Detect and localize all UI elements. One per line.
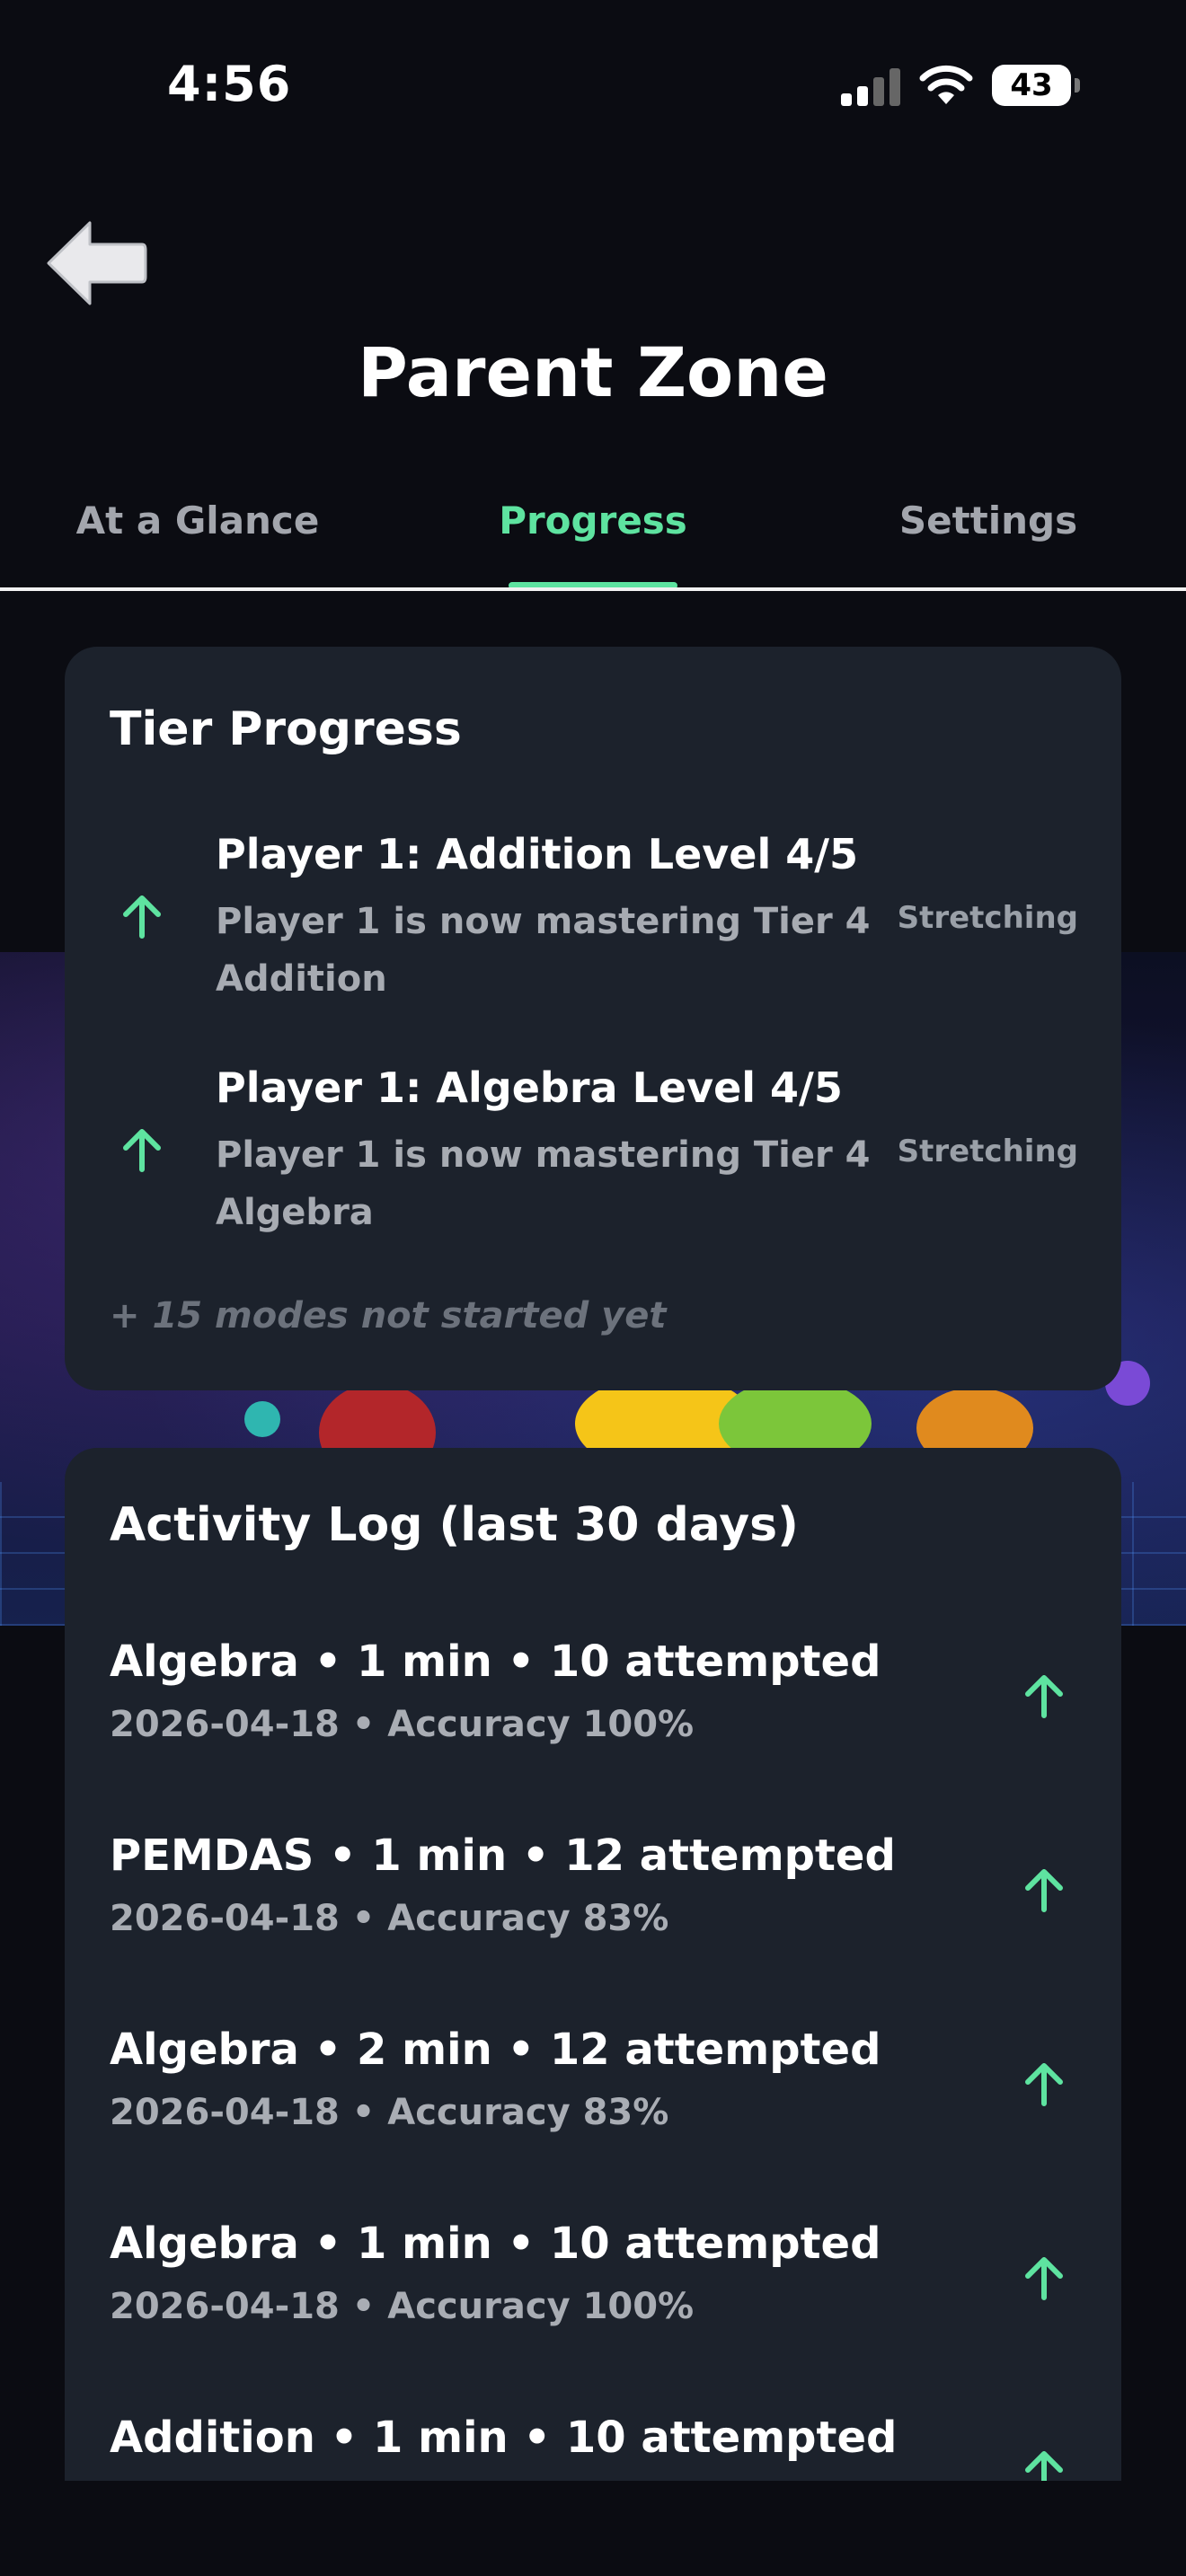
arrow-up-icon xyxy=(1025,2451,1063,2481)
tab-at-a-glance[interactable]: At a Glance xyxy=(0,498,395,543)
tier-item-description: Player 1 is now mastering Tier 4 Algebra xyxy=(216,1134,871,1233)
back-arrow-button[interactable] xyxy=(43,214,151,313)
arrow-up-icon xyxy=(1025,2257,1063,2300)
activity-entry-subtitle: 2026-04-18 • Accuracy 83% xyxy=(110,1898,669,1939)
arrow-up-icon xyxy=(123,895,161,939)
tab-settings[interactable]: Settings xyxy=(791,498,1186,543)
battery-icon: 43 xyxy=(992,65,1080,106)
arrow-up-icon xyxy=(1025,1675,1063,1718)
tabs-divider xyxy=(0,587,1186,591)
wifi-icon xyxy=(919,65,973,104)
orb-teal xyxy=(244,1401,280,1437)
activity-log-card: Activity Log (last 30 days) Algebra • 1 … xyxy=(65,1448,1121,2481)
activity-entry-title: Algebra • 2 min • 12 attempted xyxy=(110,2025,881,2075)
tab-bar: At a Glance Progress Settings xyxy=(0,498,1186,588)
page-title: Parent Zone xyxy=(358,332,828,412)
activity-entry-title: Algebra • 1 min • 10 attempted xyxy=(110,2219,881,2269)
tier-progress-card: Tier Progress Player 1: Addition Level 4… xyxy=(65,647,1121,1390)
tier-item-title: Player 1: Addition Level 4/5 xyxy=(216,830,859,878)
activity-entry-title: PEMDAS • 1 min • 12 attempted xyxy=(110,1831,896,1881)
activity-entry-subtitle: 2026-04-18 • Accuracy 100% xyxy=(110,1704,695,1745)
activity-log-title: Activity Log (last 30 days) xyxy=(110,1498,799,1552)
tier-item-description: Player 1 is now mastering Tier 4 Additio… xyxy=(216,901,871,1000)
activity-entry-subtitle: 2026-04-18 • Accuracy 100% xyxy=(110,2286,695,2327)
tier-progress-title: Tier Progress xyxy=(110,702,462,756)
modes-not-started-note: + 15 modes not started yet xyxy=(110,1295,667,1337)
tier-status-badge: Stretching xyxy=(897,900,1078,936)
tier-item-title: Player 1: Algebra Level 4/5 xyxy=(216,1063,843,1112)
arrow-up-icon xyxy=(1025,2063,1063,2106)
activity-entry-title: Algebra • 1 min • 10 attempted xyxy=(110,1636,881,1687)
cellular-signal-icon xyxy=(841,65,900,106)
activity-entry-subtitle: 2026-04-18 • Accuracy 83% xyxy=(110,2092,669,2133)
status-time: 4:56 xyxy=(167,56,292,112)
arrow-up-icon xyxy=(1025,1869,1063,1912)
activity-entry-title: Addition • 1 min • 10 attempted xyxy=(110,2413,898,2463)
arrow-up-icon xyxy=(123,1129,161,1172)
tier-status-badge: Stretching xyxy=(897,1134,1078,1169)
tab-progress[interactable]: Progress xyxy=(395,498,791,543)
